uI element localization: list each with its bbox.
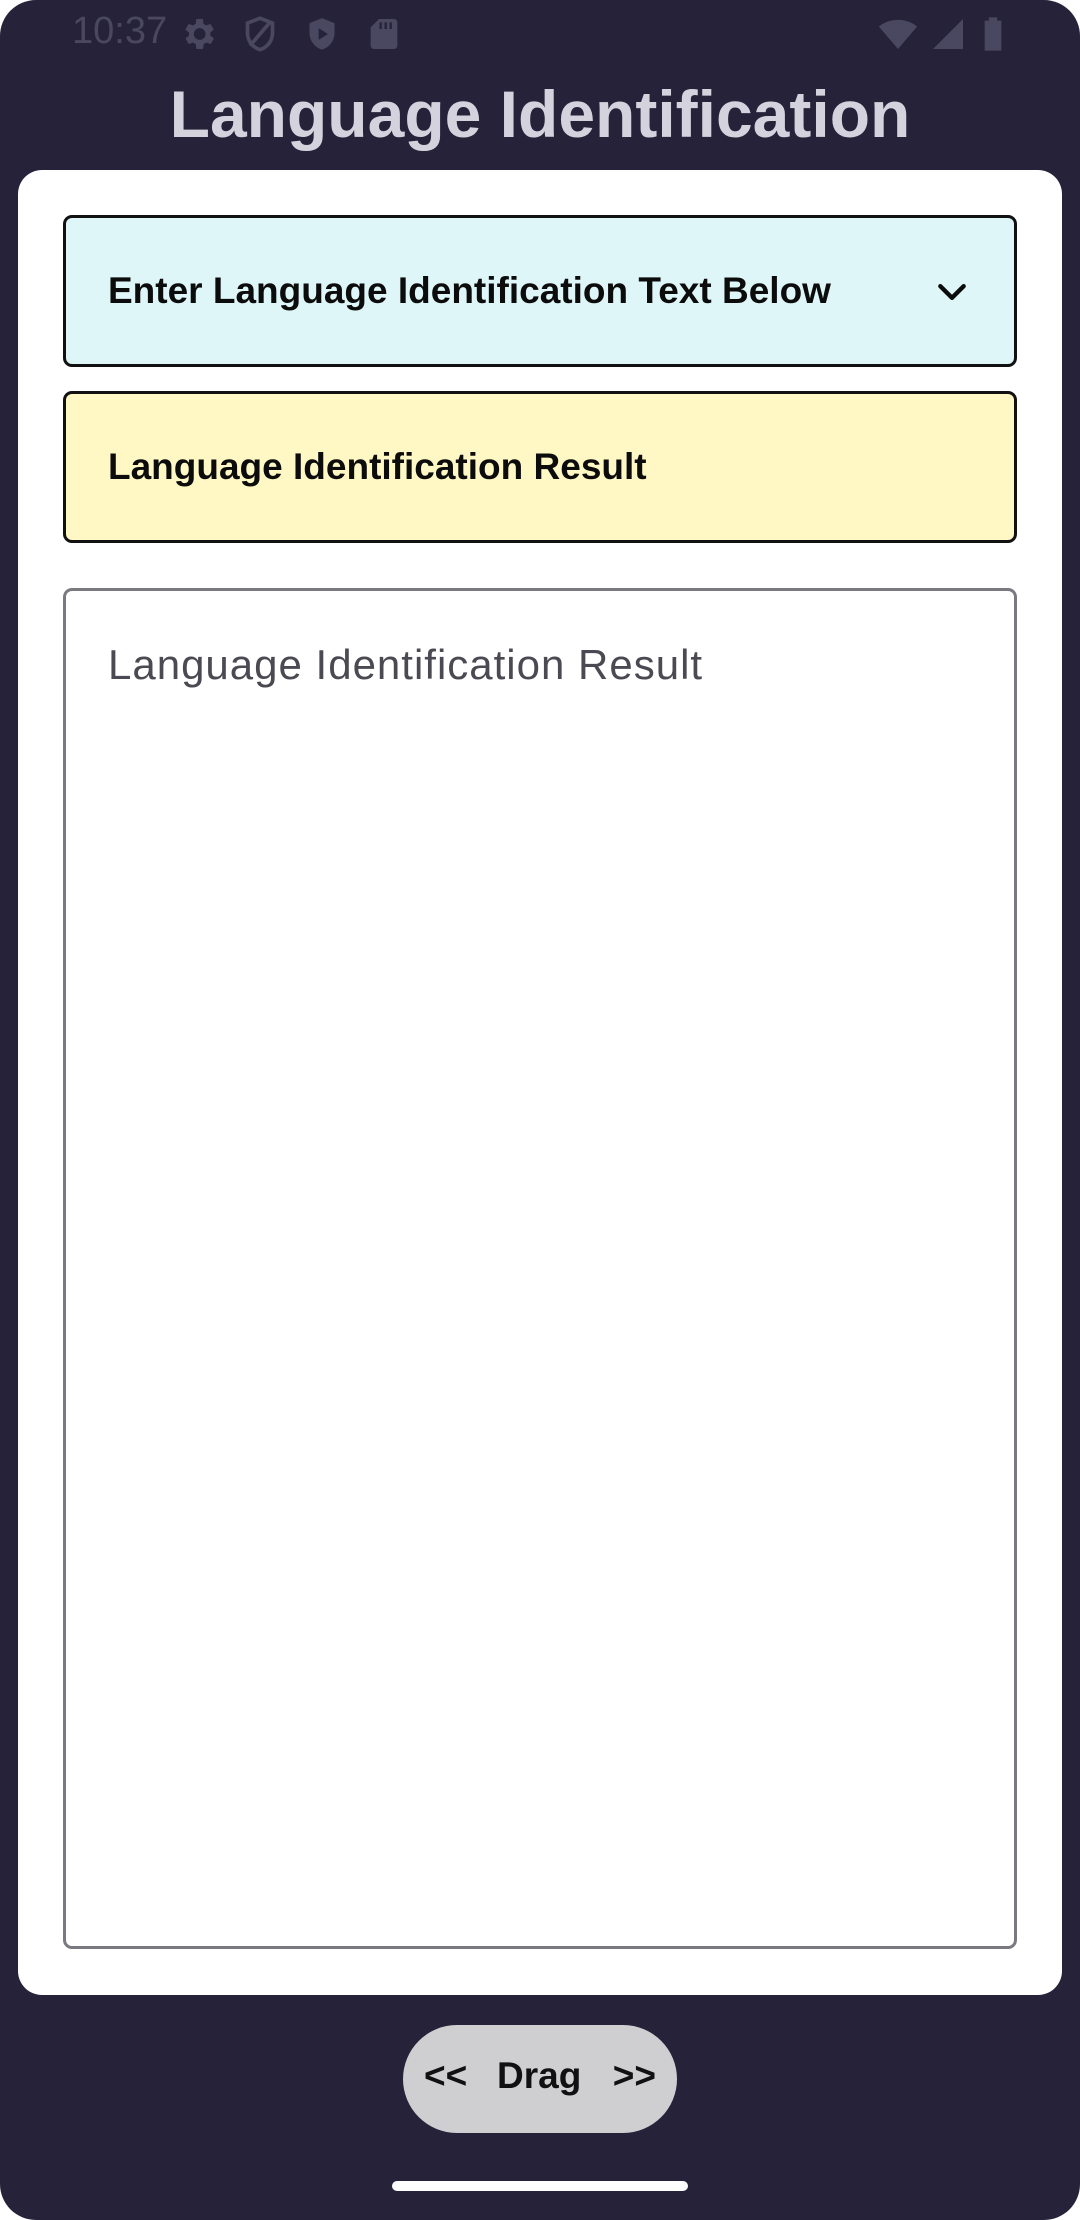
status-bar: 10:37 [0,0,1080,66]
result-header-label: Language Identification Result [108,446,647,487]
shield-icon [240,14,280,54]
page-title: Language Identification [169,77,911,151]
battery-icon [973,14,1013,54]
drag-left-arrows: << [424,2055,468,2096]
result-text-field[interactable]: Language Identification Result [63,588,1017,1949]
home-indicator[interactable] [392,2181,688,2191]
sd-card-icon [364,14,404,54]
result-field-placeholder: Language Identification Result [108,641,704,688]
play-shield-icon [302,14,342,54]
drag-right-arrows: >> [612,2055,656,2096]
status-time: 10:37 [72,10,168,52]
drag-handle[interactable]: << Drag >> [403,2025,677,2133]
dropdown-label: Enter Language Identification Text Below [108,270,831,311]
language-input-dropdown[interactable]: Enter Language Identification Text Below [63,215,1017,367]
wifi-icon [878,14,918,54]
app-screen: 10:37 Language Identification Enter Lang… [0,0,1080,2220]
gear-icon [178,14,218,54]
drag-label: Drag [497,2055,582,2096]
result-header: Language Identification Result [63,391,1017,543]
chevron-down-icon[interactable] [932,272,972,312]
cell-signal-icon [928,14,968,54]
